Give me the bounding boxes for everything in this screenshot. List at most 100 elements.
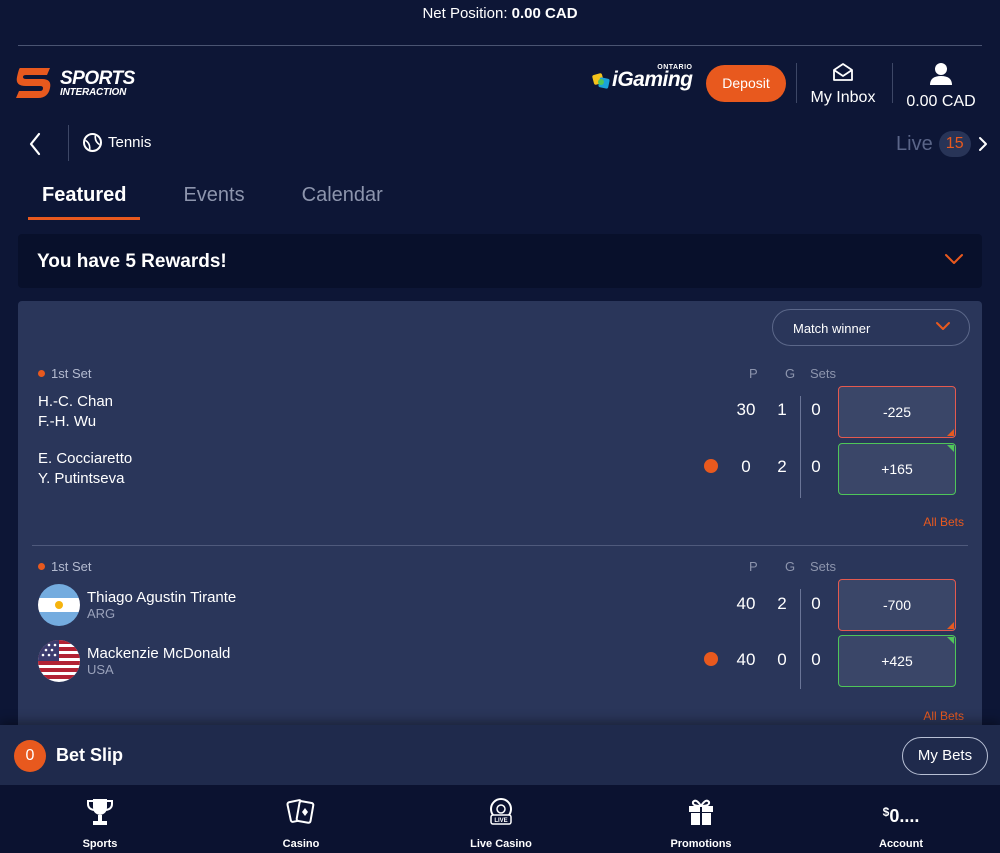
score-games: 1 [777, 400, 787, 419]
chevron-down-icon [945, 254, 963, 264]
score-points: 40 [736, 650, 756, 669]
tab-calendar[interactable]: Calendar [288, 182, 397, 220]
serving-ball-icon [704, 459, 718, 473]
participant-row: E. Cocciaretto Y. Putintseva 0 2 0 +165 [18, 443, 982, 499]
col-sets-header: Sets [810, 559, 837, 574]
bet-slip-count-badge: 0 [14, 740, 46, 772]
col-games-header: G [785, 559, 796, 574]
event-status-label: 1st Set [51, 366, 92, 381]
my-inbox-label: My Inbox [810, 89, 876, 106]
chevron-down-icon [936, 322, 950, 330]
odds-button[interactable]: -225 [838, 386, 956, 438]
logo-mark-icon [14, 66, 54, 100]
deposit-button[interactable]: Deposit [706, 65, 786, 102]
account-balance-button[interactable]: 0.00 CAD [904, 62, 978, 111]
top-divider [18, 45, 982, 46]
participant-name: Thiago Agustin Tirante ARG [87, 589, 236, 621]
sport-label: Tennis [108, 134, 152, 151]
odds-value: -700 [882, 597, 912, 613]
score-games: 0 [777, 650, 787, 669]
odds-up-indicator-icon [947, 637, 954, 644]
account-amount: $0.... [846, 797, 956, 827]
balance-label: 0.00 CAD [906, 93, 976, 110]
live-count-badge: 15 [938, 131, 971, 157]
score-sets: 0 [811, 400, 821, 419]
rewards-text: You have 5 Rewards! [37, 251, 227, 272]
col-sets-header: Sets [810, 366, 837, 381]
subnav-divider [68, 125, 69, 161]
participant-row: Thiago Agustin Tirante ARG 40 2 0 -700 [18, 579, 982, 634]
score-sets: 0 [811, 650, 821, 669]
back-button[interactable] [24, 130, 48, 158]
event-status-label: 1st Set [51, 559, 92, 574]
all-bets-link[interactable]: All Bets [923, 515, 964, 529]
tab-featured[interactable]: Featured [28, 182, 141, 220]
live-link[interactable]: Live 15 [896, 131, 989, 157]
event-status: 1st Set [38, 366, 91, 381]
player-name: F.-H. Wu [38, 413, 97, 430]
gift-icon [646, 797, 756, 827]
live-dot-icon [38, 563, 45, 570]
user-icon [930, 63, 952, 85]
sports-interaction-logo[interactable]: SPORTS INTERACTION [14, 66, 135, 100]
envelope-icon [833, 63, 853, 81]
nav-label: Casino [282, 838, 320, 850]
event-status: 1st Set [38, 559, 91, 574]
trophy-icon [45, 797, 155, 827]
participant-row: H.-C. Chan F.-H. Wu 30 1 0 -225 [18, 386, 982, 442]
market-select-value: Match winner [793, 321, 871, 336]
participant-name: Mackenzie McDonald USA [87, 645, 230, 677]
igaming-region: ONTARIO [657, 64, 693, 71]
my-bets-button[interactable]: My Bets [902, 737, 988, 775]
player-country: USA [87, 662, 114, 677]
nav-casino[interactable]: Casino [246, 797, 356, 850]
bet-slip-label: Bet Slip [56, 745, 124, 765]
rewards-banner[interactable]: You have 5 Rewards! [18, 234, 982, 288]
igaming-word: iGaming [612, 68, 693, 91]
usa-flag-icon [38, 640, 80, 682]
col-points-header: P [749, 366, 758, 381]
tab-events[interactable]: Events [169, 182, 258, 220]
live-dot-icon [38, 370, 45, 377]
header-divider [796, 63, 797, 103]
live-label: Live [896, 132, 933, 155]
igaming-mark-icon [592, 73, 610, 89]
market-select[interactable]: Match winner [772, 309, 970, 346]
nav-sports[interactable]: Sports [45, 797, 155, 850]
nav-label: Live Casino [470, 838, 532, 850]
player-name: E. Cocciaretto [38, 450, 133, 467]
all-bets-link[interactable]: All Bets [923, 709, 964, 723]
bet-slip-bar[interactable]: 0 Bet Slip My Bets [0, 725, 1000, 785]
net-position-value: 0.00 CAD [511, 5, 578, 22]
col-points-header: P [749, 559, 758, 574]
bottom-nav: Sports Casino LIVE Live Casino Promotion… [0, 785, 1000, 853]
nav-live-casino[interactable]: LIVE Live Casino [446, 797, 556, 850]
score-games: 2 [777, 457, 787, 476]
score-sets: 0 [811, 457, 821, 476]
odds-button[interactable]: +165 [838, 443, 956, 495]
account-amount-value: 0.... [889, 806, 920, 826]
odds-down-indicator-icon [947, 429, 954, 436]
events-panel: Match winner 1st Set P G Sets H.-C. Chan… [18, 301, 982, 731]
odds-button[interactable]: +425 [838, 635, 956, 687]
odds-value: +165 [881, 461, 913, 477]
my-inbox-button[interactable]: My Inbox [808, 62, 878, 107]
event-divider [32, 545, 968, 546]
score-points: 0 [741, 457, 751, 476]
tab-bar: Featured Events Calendar [28, 182, 426, 220]
logo-line2: INTERACTION [60, 86, 127, 98]
header-divider [892, 63, 893, 103]
odds-value: -225 [882, 404, 912, 420]
nav-account[interactable]: $0.... Account [846, 797, 956, 850]
cards-icon [246, 797, 356, 827]
igaming-ontario-logo: iGaming ONTARIO [592, 64, 693, 92]
score-points: 30 [736, 400, 756, 419]
player-country: ARG [87, 606, 116, 621]
odds-button[interactable]: -700 [838, 579, 956, 631]
sport-breadcrumb[interactable]: Tennis [83, 133, 151, 152]
nav-promotions[interactable]: Promotions [646, 797, 756, 850]
serving-ball-icon [704, 652, 718, 666]
participant-name: E. Cocciaretto Y. Putintseva [38, 449, 132, 489]
col-games-header: G [785, 366, 796, 381]
score-points: 40 [736, 594, 756, 613]
